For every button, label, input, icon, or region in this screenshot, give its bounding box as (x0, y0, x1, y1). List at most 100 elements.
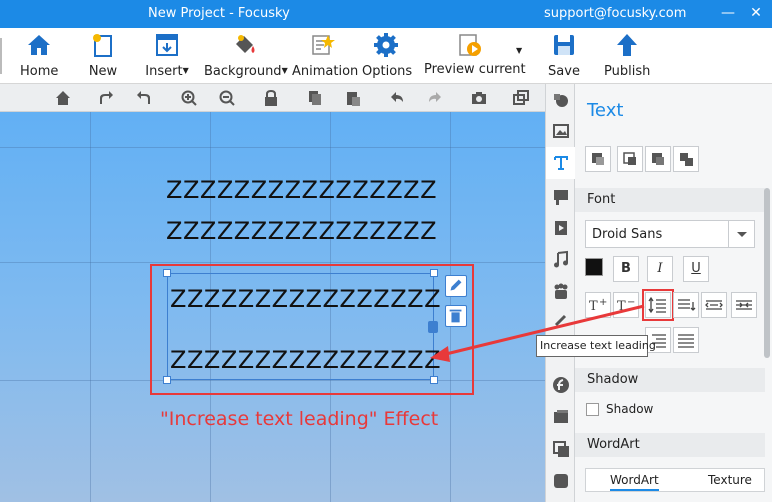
zoom-out-icon[interactable] (218, 89, 236, 107)
new-label: New (88, 64, 118, 79)
new-document-icon (93, 34, 112, 57)
home-label: Home (20, 64, 59, 79)
redo-step-icon[interactable] (96, 89, 114, 107)
insert-button[interactable]: Insert▼ (144, 32, 190, 82)
layer-forward-icon (623, 152, 636, 165)
chevron-down-icon (737, 232, 747, 237)
undo-step-icon[interactable] (136, 89, 154, 107)
canvas-toolbar (0, 84, 545, 112)
tooltip: Increase text leading (536, 335, 656, 357)
grid-line (90, 112, 91, 502)
redo-icon[interactable] (426, 89, 444, 107)
layer-send-back-button[interactable] (673, 146, 699, 172)
text-tool-active[interactable] (546, 147, 575, 179)
resize-handle[interactable] (163, 269, 171, 277)
font-dropdown-button[interactable] (728, 221, 754, 247)
text-line[interactable]: ZZZZZZZZZZZZZZZZ (166, 176, 437, 204)
chart-card-icon[interactable] (552, 408, 570, 426)
preview-current-button[interactable]: Preview current (424, 32, 526, 82)
italic-button[interactable]: I (647, 256, 673, 282)
resize-handle[interactable] (430, 376, 438, 384)
paste-icon[interactable] (344, 89, 362, 107)
new-button[interactable]: New (86, 32, 120, 82)
link-icon[interactable] (552, 312, 570, 330)
flash-icon[interactable] (552, 376, 570, 394)
shape-icon[interactable] (552, 92, 570, 110)
tab-texture[interactable]: Texture (708, 473, 752, 487)
decrease-font-size-button[interactable]: T − (613, 292, 639, 318)
background-button[interactable]: Background▼ (204, 32, 288, 82)
animation-button[interactable]: Animation (292, 32, 358, 82)
text-icon (554, 156, 568, 170)
gallery-icon[interactable] (552, 440, 570, 458)
decrease-text-leading-button[interactable] (673, 292, 699, 318)
effect-caption: "Increase text leading" Effect (160, 408, 439, 430)
home-button[interactable]: Home (20, 32, 58, 82)
editing-canvas[interactable]: ZZZZZZZZZZZZZZZZ ZZZZZZZZZZZZZZZZ ZZZZZZ… (0, 112, 545, 502)
people-icon[interactable] (552, 282, 570, 300)
width-handle[interactable] (428, 321, 438, 333)
bold-button[interactable]: B (613, 256, 639, 282)
grid-line (0, 262, 545, 263)
camera-icon[interactable] (470, 89, 488, 107)
shadow-checkbox[interactable] (586, 403, 599, 416)
music-icon[interactable] (552, 250, 570, 268)
image-icon[interactable] (552, 122, 570, 140)
selected-text-line[interactable]: ZZZZZZZZZZZZZZZZ (170, 285, 441, 313)
save-icon (554, 35, 574, 55)
panel-scrollbar[interactable] (764, 188, 770, 358)
minimize-button[interactable]: — (718, 3, 738, 23)
layer-bring-front-button[interactable] (585, 146, 611, 172)
layer-front-icon (592, 153, 604, 165)
home-view-icon[interactable] (54, 89, 72, 107)
layer-back-icon (680, 153, 693, 166)
flag-icon[interactable] (552, 188, 570, 206)
decrease-letter-spacing-button[interactable] (701, 292, 727, 318)
text-line[interactable]: ZZZZZZZZZZZZZZZZ (166, 217, 437, 245)
shadow-checkbox-label: Shadow (606, 402, 654, 416)
resize-handle[interactable] (163, 376, 171, 384)
lock-icon[interactable] (262, 89, 280, 107)
close-button[interactable]: ✕ (746, 3, 766, 23)
layer-forward-button[interactable] (617, 146, 643, 172)
line-spacing-increase-icon (648, 296, 666, 314)
increase-text-leading-button[interactable] (642, 289, 674, 321)
align-justify-button[interactable] (673, 327, 699, 353)
gear-icon (374, 33, 398, 57)
undo-icon[interactable] (388, 89, 406, 107)
delete-button[interactable] (445, 305, 467, 327)
window-layout-icon[interactable] (512, 89, 530, 107)
options-button[interactable]: Options (362, 32, 412, 82)
edit-text-button[interactable] (445, 275, 467, 297)
pencil-icon (450, 279, 462, 291)
font-section-header: Font (575, 188, 765, 212)
preview-dropdown-icon[interactable]: ▼ (516, 46, 522, 55)
tab-wordart[interactable]: WordArt (610, 473, 659, 491)
layer-backward-button[interactable] (645, 146, 671, 172)
shadow-section-header: Shadow (575, 368, 765, 392)
save-button[interactable]: Save (547, 32, 581, 82)
resize-handle[interactable] (430, 269, 438, 277)
insert-caret-icon: ▼ (182, 66, 189, 75)
zoom-in-icon[interactable] (180, 89, 198, 107)
object-type-strip (545, 84, 575, 502)
svg-text:−: − (627, 297, 635, 308)
background-label: Background (204, 64, 282, 79)
increase-font-size-button[interactable]: T + (585, 292, 611, 318)
panel-title: Text (587, 100, 624, 121)
publish-button[interactable]: Publish (604, 32, 650, 82)
paint-bucket-icon (236, 35, 255, 53)
widget-icon[interactable] (552, 472, 570, 490)
font-family-select[interactable]: Droid Sans (585, 220, 755, 248)
shadow-section-label: Shadow (587, 372, 639, 387)
underline-button[interactable]: U (683, 256, 709, 282)
animation-icon (312, 35, 335, 55)
font-color-picker[interactable] (585, 258, 603, 276)
font-family-value: Droid Sans (592, 227, 663, 242)
align-justify-icon (678, 334, 694, 348)
copy-icon[interactable] (306, 89, 324, 107)
selected-text-line[interactable]: ZZZZZZZZZZZZZZZZ (170, 346, 441, 374)
increase-letter-spacing-button[interactable] (731, 292, 757, 318)
support-link[interactable]: support@focusky.com (544, 6, 686, 21)
video-icon[interactable] (552, 219, 570, 237)
